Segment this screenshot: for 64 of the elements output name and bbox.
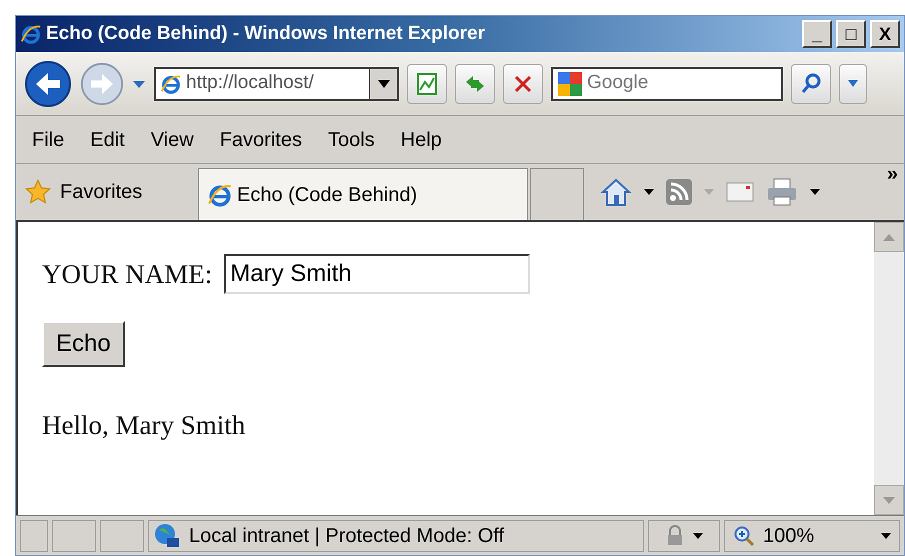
zoom-icon xyxy=(733,524,755,546)
caret-icon[interactable] xyxy=(644,189,654,195)
feed-icon[interactable] xyxy=(666,179,692,205)
caret-icon xyxy=(693,532,703,538)
vertical-scrollbar[interactable] xyxy=(874,222,904,515)
stop-button[interactable] xyxy=(503,64,543,104)
close-icon xyxy=(513,74,533,94)
status-pane xyxy=(100,520,144,552)
scroll-up-button[interactable] xyxy=(874,222,904,252)
globe-icon xyxy=(153,522,181,550)
favorites-button[interactable]: Favorites xyxy=(60,177,142,207)
browser-logo-icon xyxy=(160,72,182,94)
home-icon[interactable] xyxy=(600,177,632,207)
search-icon xyxy=(800,72,822,94)
menu-item[interactable]: File xyxy=(32,124,64,154)
page-chart-icon xyxy=(415,72,439,96)
window-title: Echo (Code Behind) - Windows Internet Explorer xyxy=(46,22,486,46)
window-control-button[interactable]: □ xyxy=(836,20,866,48)
dropdown-caret-icon[interactable] xyxy=(132,78,146,88)
status-pane xyxy=(20,520,48,552)
compatibility-button[interactable] xyxy=(407,64,447,104)
browser-logo-icon xyxy=(20,23,42,45)
search-field[interactable]: Google xyxy=(551,66,783,100)
search-provider-icon xyxy=(557,70,583,96)
menu-item[interactable]: Help xyxy=(400,124,442,154)
browser-tab[interactable]: Echo (Code Behind) xyxy=(198,168,528,220)
caret-icon[interactable] xyxy=(810,189,820,195)
new-tab-button[interactable] xyxy=(530,168,584,220)
star-icon[interactable] xyxy=(24,178,52,206)
address-dropdown-button[interactable] xyxy=(369,68,397,98)
greeting-text: Hello, Mary Smith xyxy=(42,408,246,442)
window-control-button[interactable]: _ xyxy=(802,20,832,48)
caret-icon xyxy=(881,532,891,538)
name-label: YOUR NAME: xyxy=(42,258,212,291)
caret-icon xyxy=(848,80,858,87)
search-input[interactable]: Google xyxy=(587,69,777,98)
protection-button[interactable] xyxy=(648,520,720,552)
address-text: http://localhost/ xyxy=(186,71,315,96)
tab-title: Echo (Code Behind) xyxy=(237,182,418,208)
zoom-button[interactable]: 100% xyxy=(724,520,900,552)
up-arrow-icon xyxy=(883,234,895,240)
security-zone-text: Local intranet | Protected Mode: Off xyxy=(189,524,504,548)
zoom-level: 100% xyxy=(763,524,814,548)
status-pane xyxy=(52,520,96,552)
menu-item[interactable]: View xyxy=(150,124,194,154)
search-button[interactable] xyxy=(791,64,831,104)
lock-icon xyxy=(665,524,685,546)
address-field[interactable]: http://localhost/ xyxy=(154,66,399,100)
forward-icon[interactable] xyxy=(80,62,124,106)
back-icon[interactable] xyxy=(24,60,72,108)
down-arrow-icon xyxy=(883,496,895,504)
mail-icon[interactable] xyxy=(726,181,754,203)
refresh-button[interactable] xyxy=(455,64,495,104)
search-options-button[interactable] xyxy=(839,64,867,104)
more-tools-button[interactable]: » xyxy=(886,164,898,184)
window-control-button[interactable]: X xyxy=(870,20,900,48)
menu-item[interactable]: Favorites xyxy=(220,124,302,154)
menu-item[interactable]: Edit xyxy=(90,124,125,154)
caret-icon xyxy=(378,80,390,88)
printer-icon[interactable] xyxy=(766,177,798,207)
scroll-down-button[interactable] xyxy=(874,485,904,515)
echo-button[interactable]: Echo xyxy=(42,320,125,366)
name-field[interactable]: Mary Smith xyxy=(224,254,530,294)
menu-item[interactable]: Tools xyxy=(328,124,375,154)
